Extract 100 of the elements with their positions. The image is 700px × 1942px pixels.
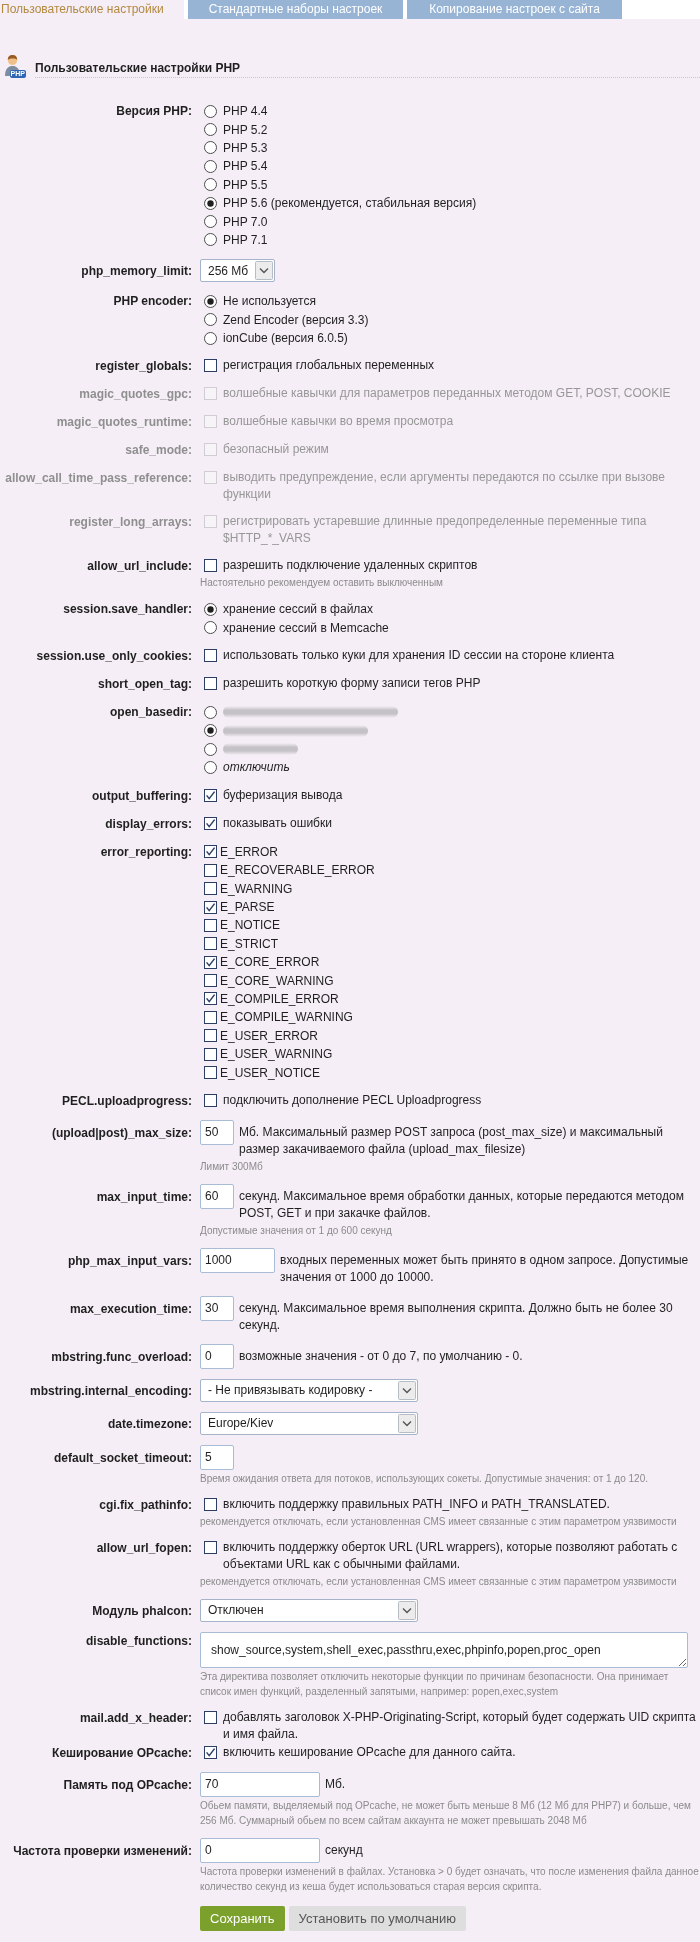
radio-button[interactable]	[204, 724, 217, 738]
option-label: E_ERROR	[220, 844, 278, 859]
option-label: E_PARSE	[220, 900, 275, 914]
text-input[interactable]: 1000	[200, 1247, 275, 1273]
radio-button[interactable]	[204, 331, 217, 345]
text-input[interactable]: 60	[200, 1183, 234, 1209]
radio-button[interactable]	[204, 123, 217, 137]
setting-label: Кеширование OPcache:	[52, 1744, 192, 1762]
radio-button[interactable]	[204, 603, 217, 616]
checkbox[interactable]	[204, 937, 217, 951]
radio-button[interactable]	[204, 760, 217, 774]
checkbox[interactable]	[204, 955, 217, 969]
description-text: Мб. Максимальный размер POST запроса (post_max_size) и максимальный размер закачиваемого файла (upload_max_filesize)	[239, 1123, 664, 1158]
option-label: волшебные кавычки для параметров переданных методом GET, POST, COOKIE	[223, 385, 671, 403]
setting-label: php_max_input_vars:	[67, 1252, 192, 1270]
setting-label: allow_call_time_pass_reference:	[5, 470, 192, 488]
checkbox[interactable]	[204, 1497, 217, 1511]
checkbox[interactable]	[204, 974, 217, 988]
setting-label: register_long_arrays:	[69, 514, 192, 532]
option-label: регистрировать устаревшие длинные предопределенные переменные типа $HTTP_*_VARS	[223, 513, 648, 548]
option-label: регистрация глобальных переменных	[223, 357, 435, 375]
checkbox[interactable]	[204, 1066, 217, 1079]
checkbox[interactable]	[204, 677, 217, 691]
setting-label: cgi.fix_pathinfo:	[99, 1496, 192, 1514]
setting-label: mbstring.func_overload:	[51, 1348, 192, 1366]
option-label: E_WARNING	[220, 881, 293, 896]
option-label: E_STRICT	[220, 936, 278, 951]
checkbox[interactable]	[204, 992, 217, 1006]
chevron-down-icon	[398, 1413, 416, 1433]
setting-label: Версия PHP:	[116, 103, 192, 120]
checkbox[interactable]	[204, 1047, 217, 1061]
checkbox[interactable]	[204, 816, 217, 830]
setting-label: output_buffering:	[92, 787, 192, 805]
checkbox[interactable]	[204, 788, 217, 802]
option-label: E_USER_ERROR	[220, 1028, 319, 1043]
radio-button[interactable]	[204, 742, 217, 756]
setting-label: PECL.uploadprogress:	[62, 1092, 192, 1110]
setting-label: register_globals:	[95, 358, 192, 376]
radio-button[interactable]	[204, 159, 217, 173]
chevron-down-icon	[255, 261, 273, 281]
option-label: хранение сессий в Memcache	[223, 620, 389, 635]
hint-text: Время ожидания ответа для потоков, использующих сокеты. Допустимые значения: от 1 до 120.	[200, 1471, 648, 1486]
setting-label: display_errors:	[105, 815, 192, 833]
checkbox[interactable]	[204, 900, 217, 914]
option-label: выводить предупреждение, если аргументы передаются по ссылке при вызове функции	[223, 469, 666, 504]
setting-label: disable_functions:	[86, 1632, 192, 1650]
checkbox[interactable]	[204, 1010, 217, 1024]
checkbox[interactable]	[204, 845, 217, 859]
text-input[interactable]: 0	[200, 1837, 320, 1863]
checkbox[interactable]	[204, 1745, 217, 1759]
setting-label: default_socket_timeout:	[53, 1449, 192, 1467]
dropdown[interactable]: - Не привязывать кодировку -	[200, 1378, 418, 1402]
hint-text: Обьем памяти, выделяемый под OPcache, не может быть меньше 8 Мб (12 Мб для PHP7) и больше, чем 256 Мб. Суммарный обьем по всем сайтам аккаунта не может превышать 2048 Мб	[200, 1798, 692, 1828]
reset-defaults-button[interactable]: Установить по умолчанию	[288, 1905, 467, 1931]
radio-button[interactable]	[204, 233, 217, 247]
option-label: волшебные кавычки во время просмотра	[223, 413, 454, 431]
radio-button[interactable]	[204, 313, 217, 327]
radio-button[interactable]	[204, 215, 217, 229]
checkbox[interactable]	[204, 882, 217, 896]
setting-label: allow_url_fopen:	[96, 1539, 192, 1557]
checkbox[interactable]	[204, 1029, 217, 1043]
option-label: ionCube (версия 6.0.5)	[223, 331, 348, 346]
option-label: E_COMPILE_ERROR	[220, 991, 339, 1006]
option-label: PHP 5.4	[223, 159, 268, 174]
setting-label: max_execution_time:	[69, 1300, 192, 1318]
option-label: PHP 7.1	[223, 232, 268, 247]
radio-button[interactable]	[204, 141, 217, 155]
text-input[interactable]: 50	[200, 1119, 234, 1145]
setting-label: php_memory_limit:	[81, 263, 192, 281]
checkbox[interactable]	[204, 1710, 217, 1724]
setting-label: short_open_tag:	[98, 676, 192, 694]
checkbox[interactable]	[204, 1540, 217, 1554]
text-area[interactable]: show_source,system,shell_exec,passthru,exec,phpinfo,popen,proc_open	[200, 1631, 688, 1668]
radio-button[interactable]	[204, 196, 217, 210]
setting-label: safe_mode:	[125, 442, 192, 460]
setting-label: (upload|post)_max_size:	[51, 1124, 192, 1142]
radio-button[interactable]	[204, 621, 217, 635]
description-text: секунд. Максимальное время обработки данных, которые передаются методом POST, GET и при закачке файлов.	[239, 1187, 685, 1222]
setting-label: Модуль phalcon:	[92, 1602, 192, 1620]
hint-text: Частота проверки изменений в файлах. Установка > 0 будет означать, что после изменения файла данное количество секунд из кеша будет использоваться старая версия скрипта.	[200, 1864, 700, 1894]
text-input[interactable]: 0	[200, 1343, 234, 1369]
radio-button[interactable]	[204, 705, 217, 719]
checkbox[interactable]	[204, 1093, 217, 1107]
checkbox[interactable]	[204, 649, 217, 663]
setting-label: error_reporting:	[100, 843, 192, 861]
text-input[interactable]: 5	[200, 1444, 234, 1470]
dropdown[interactable]: 256 Мб	[200, 259, 275, 283]
checkbox[interactable]	[204, 918, 217, 932]
text-input[interactable]: 70	[200, 1771, 320, 1797]
radio-button[interactable]	[204, 178, 217, 192]
radio-button[interactable]	[204, 294, 217, 308]
setting-label: date.timezone:	[108, 1415, 192, 1433]
dropdown[interactable]: Europe/Kiev	[200, 1411, 418, 1435]
checkbox[interactable]	[204, 863, 217, 877]
dropdown[interactable]: Отключен	[200, 1598, 418, 1622]
checkbox[interactable]	[204, 559, 217, 573]
text-input[interactable]: 30	[200, 1295, 234, 1321]
radio-button[interactable]	[204, 104, 217, 118]
description-text: секунд	[325, 1841, 363, 1859]
checkbox[interactable]	[204, 359, 217, 373]
